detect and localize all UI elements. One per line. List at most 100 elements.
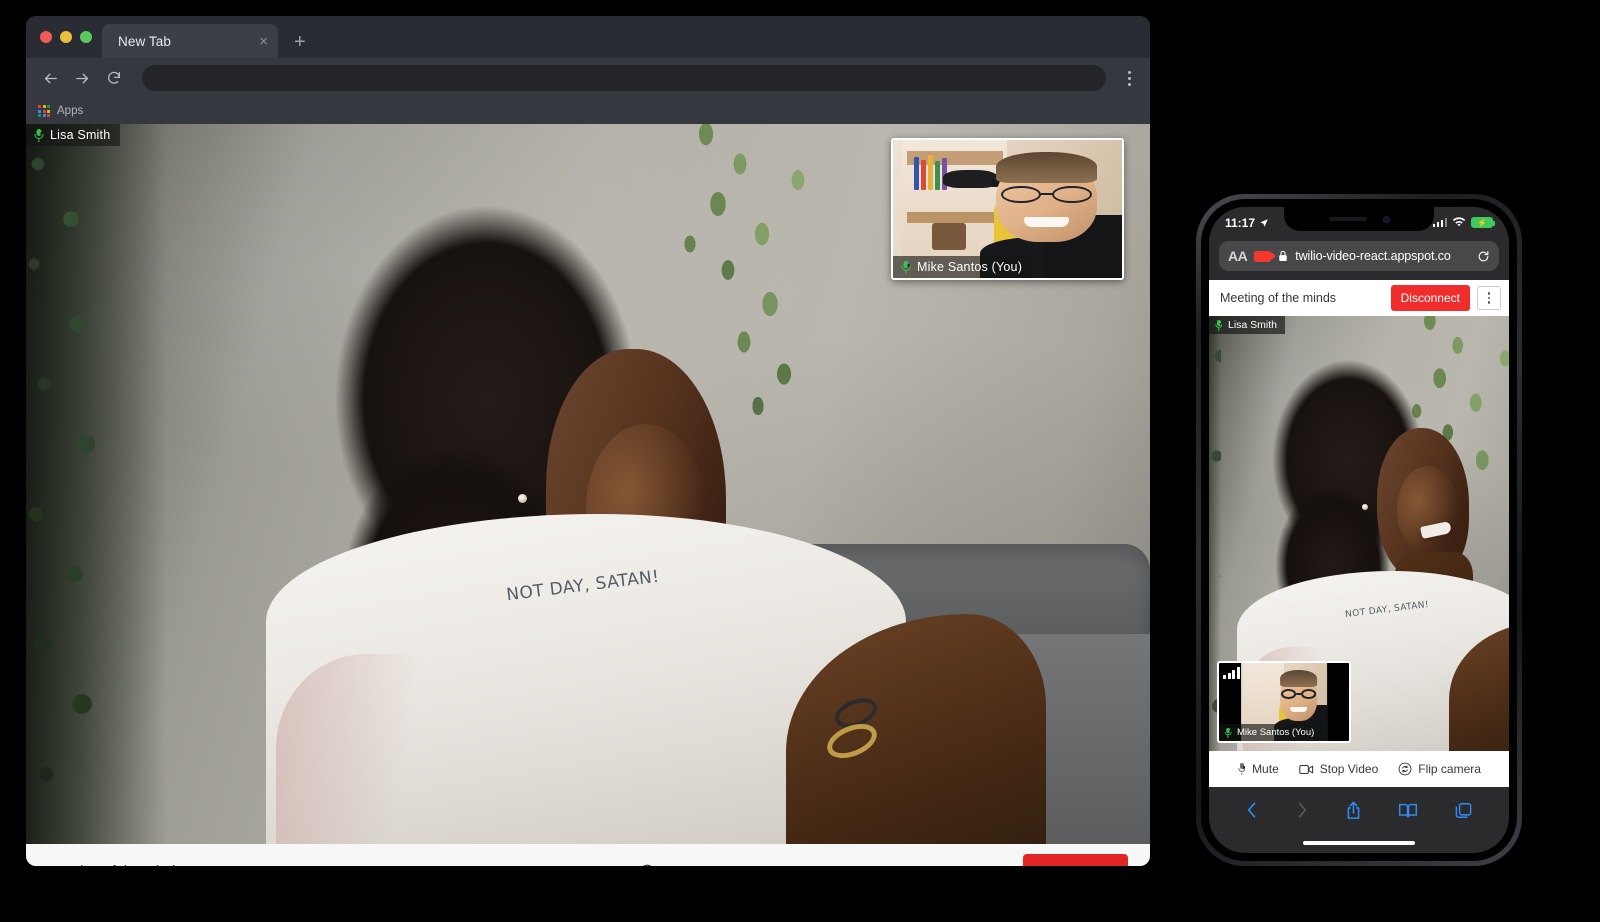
home-indicator[interactable] [1303,841,1415,845]
bookmark-apps-label[interactable]: Apps [57,105,83,117]
status-bar-right: ⚡ [1432,214,1495,228]
share-screen-button[interactable]: Share Screen [639,864,749,866]
mobile-app-bar: Meeting of the minds Disconnect [1209,280,1509,316]
wifi-icon [1452,217,1466,228]
mobile-main-participant-name: Lisa Smith [1228,319,1278,331]
mute-button[interactable]: Mute [427,864,477,866]
right-controls-group: Settings Disconnect [936,854,1128,866]
shelf-ornament [931,222,967,251]
start-video-button-label: Start Video [536,864,605,866]
text-size-icon[interactable]: AA [1228,248,1248,264]
minimize-window-button[interactable] [60,31,72,43]
status-bar-time: 11:17 [1225,215,1256,230]
mobile-stop-video-button[interactable]: Stop Video [1299,762,1379,776]
kebab-menu-icon[interactable] [1477,286,1501,310]
earpiece-speaker [1328,217,1367,221]
microphone-icon [900,260,911,274]
home-indicator-area [1209,833,1509,853]
mobile-flip-camera-button[interactable]: Flip camera [1398,762,1481,776]
smile [1023,217,1070,227]
location-arrow-icon [1259,218,1269,228]
earring [518,494,527,503]
phone-bezel: 11:17 ⚡ AA twilio-video-react.appspot.co… [1201,199,1517,861]
close-icon[interactable]: × [249,34,268,49]
mobile-video-stage: NOT DAY, SATAN! Lisa Smith Mike Santos (… [1209,316,1509,751]
earring [1362,504,1368,510]
eyeglasses [1000,185,1093,204]
microphone-icon [1224,727,1232,738]
shelf-lower [906,211,999,223]
close-window-button[interactable] [40,31,52,43]
hair [1279,670,1318,688]
browser-tab[interactable]: New Tab × [102,24,278,58]
browser-nav-bar [26,58,1150,98]
safari-bottom-toolbar [1209,787,1509,833]
maximize-window-button[interactable] [80,31,92,43]
main-participant-nameplate: Lisa Smith [26,124,121,146]
safari-address-field[interactable]: AA twilio-video-react.appspot.co [1219,241,1499,271]
phone-mockup: 11:17 ⚡ AA twilio-video-react.appspot.co… [1196,194,1522,866]
mobile-app-bar-actions: Disconnect [1390,285,1501,311]
mobile-disconnect-button[interactable]: Disconnect [1390,285,1470,311]
window-traffic-lights [36,16,102,58]
microphone-icon [1237,763,1246,775]
baseball-cap [943,170,1015,189]
settings-button[interactable]: Settings [936,862,1007,866]
phone-screen: 11:17 ⚡ AA twilio-video-react.appspot.co… [1209,207,1509,853]
mobile-room-name: Meeting of the minds [1220,291,1337,305]
left-plant [26,124,166,844]
mobile-mute-button[interactable]: Mute [1237,762,1279,776]
tab-title: New Tab [118,33,171,49]
lock-icon [1278,250,1288,262]
settings-button-label: Settings [936,864,987,866]
bookmarks-bar: Apps [26,98,1150,124]
mute-button-label: Mute [446,864,477,866]
reload-icon[interactable] [100,64,128,92]
mobile-local-participant-name: Mike Santos (You) [1237,727,1315,738]
disconnect-button[interactable]: Disconnect [1022,854,1128,866]
desktop-video-stage: NOT DAY, SATAN! Lisa Smith Mike Santos (… [26,124,1150,844]
reload-icon[interactable] [1477,250,1490,263]
start-video-button[interactable]: Start Video [511,864,605,866]
kebab-menu-icon[interactable] [1118,64,1140,92]
bookmarks-icon[interactable] [1398,801,1418,819]
mobile-local-participant-pip[interactable]: Mike Santos (You) [1217,661,1351,743]
call-control-bar: Meeting of the minds Mute Start Video [26,844,1150,866]
battery-charging-icon: ⚡ [1471,217,1495,228]
microphone-icon [33,128,44,142]
flip-camera-icon [1398,762,1412,776]
mobile-call-controls: Mute Stop Video Flip camera [1209,751,1509,787]
apps-grid-icon[interactable] [38,105,50,117]
mobile-flip-camera-label: Flip camera [1418,762,1481,776]
chevron-down-icon [993,862,1007,866]
back-chevron-icon[interactable] [1245,800,1259,820]
cellular-signal-icon [1432,218,1447,227]
camera-active-icon [1254,250,1277,262]
mobile-stop-video-label: Stop Video [1319,762,1379,776]
share-icon[interactable] [1345,800,1362,821]
call-controls-group: Mute Start Video [427,864,749,866]
eyeglasses [1281,688,1316,699]
forward-arrow-icon[interactable] [68,64,96,92]
tabs-icon[interactable] [1454,801,1473,820]
plus-icon[interactable]: + [278,32,320,58]
browser-tab-bar: New Tab × + [26,16,1150,58]
status-bar-left: 11:17 [1225,213,1269,230]
video-on-icon [1299,764,1314,775]
cheek-highlight [1397,466,1459,554]
local-participant-nameplate: Mike Santos (You) [893,256,1033,278]
address-bar-input[interactable] [142,65,1106,91]
mobile-main-participant-nameplate: Lisa Smith [1209,316,1286,334]
safari-url-bar: AA twilio-video-react.appspot.co [1209,235,1509,280]
books [913,154,947,190]
hair [996,152,1097,183]
back-arrow-icon[interactable] [36,64,64,92]
mobile-mute-label: Mute [1252,762,1279,776]
forward-chevron-icon[interactable] [1295,800,1309,820]
local-participant-pip[interactable]: Mike Santos (You) [891,138,1124,280]
safari-url-text: twilio-video-react.appspot.co [1295,249,1451,263]
share-screen-icon [639,864,655,866]
mobile-local-participant-nameplate: Mike Santos (You) [1219,724,1323,741]
network-quality-icon [1223,667,1240,679]
video-off-icon [511,865,528,866]
